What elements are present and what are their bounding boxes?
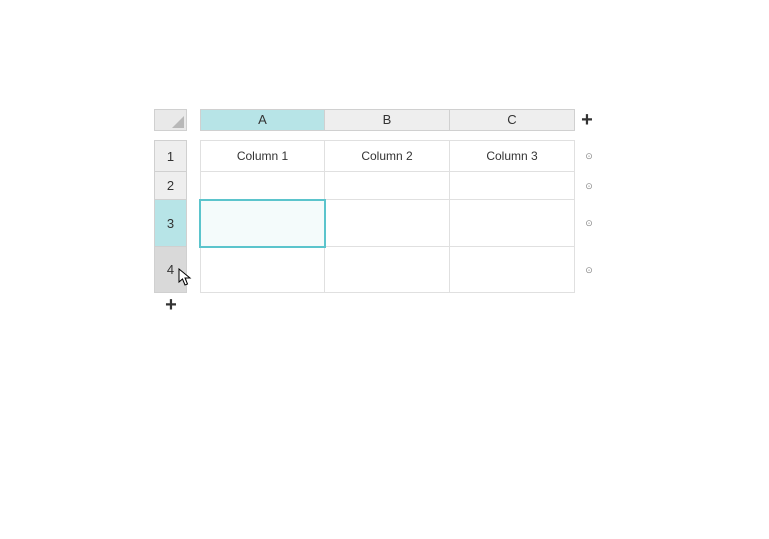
cell-c1[interactable]: Column 3	[450, 140, 575, 172]
table-row: 2 ⊙	[154, 172, 597, 200]
header-gap	[187, 109, 200, 131]
cell-a1[interactable]: Column 1	[200, 140, 325, 172]
cell-b2[interactable]	[325, 172, 450, 200]
cell-c3[interactable]	[450, 200, 575, 247]
cell-a3[interactable]	[200, 200, 325, 247]
column-header-row: A B C +	[154, 109, 597, 131]
header-body-gap	[154, 131, 597, 140]
select-all-corner[interactable]	[154, 109, 187, 131]
cell-a4[interactable]	[200, 247, 325, 293]
row-menu-button[interactable]: ⊙	[583, 200, 595, 247]
table-row: 3 ⊙	[154, 200, 597, 247]
cell-b1[interactable]: Column 2	[325, 140, 450, 172]
cell-b4[interactable]	[325, 247, 450, 293]
add-column-button[interactable]: +	[577, 109, 597, 131]
row-header-2[interactable]: 2	[154, 172, 187, 200]
select-all-triangle-icon	[172, 116, 184, 128]
row-header-4[interactable]: 4	[154, 247, 187, 293]
row-header-1[interactable]: 1	[154, 140, 187, 172]
row-menu-button[interactable]: ⊙	[583, 247, 595, 293]
spreadsheet-grid: A B C + 1 Column 1 Column 2 Column 3 ⊙ 2…	[154, 109, 597, 293]
cell-c4[interactable]	[450, 247, 575, 293]
column-header-a[interactable]: A	[200, 109, 325, 131]
row-header-3[interactable]: 3	[154, 200, 187, 247]
row-menu-button[interactable]: ⊙	[583, 172, 595, 200]
column-header-c[interactable]: C	[450, 109, 575, 131]
cell-c2[interactable]	[450, 172, 575, 200]
table-row: 4 ⊙	[154, 247, 597, 293]
add-row-button[interactable]: +	[161, 295, 181, 315]
cell-a2[interactable]	[200, 172, 325, 200]
table-row: 1 Column 1 Column 2 Column 3 ⊙	[154, 140, 597, 172]
cell-b3[interactable]	[325, 200, 450, 247]
column-header-b[interactable]: B	[325, 109, 450, 131]
row-menu-button[interactable]: ⊙	[583, 140, 595, 172]
